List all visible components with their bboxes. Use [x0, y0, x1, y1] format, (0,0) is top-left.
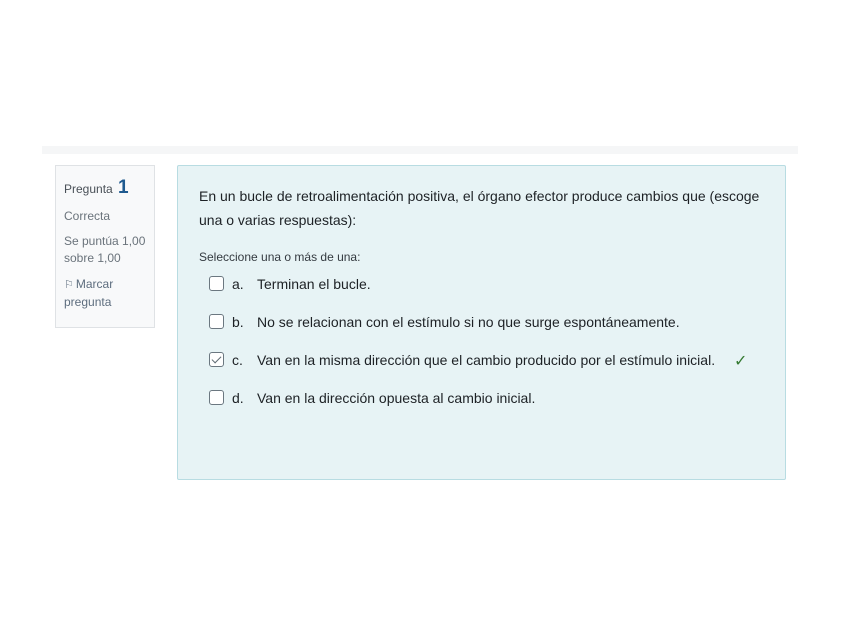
answer-checkbox-b[interactable]: [209, 314, 224, 329]
answer-checkbox-c[interactable]: [209, 352, 224, 367]
answer-text: Van en la dirección opuesta al cambio in…: [257, 390, 536, 406]
answer-letter: d.: [232, 390, 244, 406]
answer-prompt: Seleccione una o más de una:: [199, 250, 361, 264]
answer-option-d[interactable]: d. Van en la dirección opuesta al cambio…: [209, 388, 764, 409]
question-content: En un bucle de retroalimentación positiv…: [177, 165, 786, 480]
question-info-panel: Pregunta 1 Correcta Se puntúa 1,00 sobre…: [55, 165, 155, 328]
answer-text: No se relacionan con el estímulo si no q…: [257, 314, 680, 330]
answer-text: Van en la misma dirección que el cambio …: [257, 352, 716, 368]
answer-checkbox-a[interactable]: [209, 276, 224, 291]
question-title: Pregunta 1: [64, 174, 146, 202]
answer-option-a[interactable]: a. Terminan el bucle.: [209, 274, 764, 295]
answer-letter: a.: [232, 276, 244, 292]
answer-letter: b.: [232, 314, 244, 330]
flag-icon: ⚐: [64, 278, 74, 291]
answer-text: Terminan el bucle.: [257, 276, 371, 292]
question-text: En un bucle de retroalimentación positiv…: [199, 188, 760, 228]
answer-letter: c.: [232, 352, 243, 368]
question-number: 1: [118, 177, 129, 198]
question-label: Pregunta: [64, 182, 113, 196]
answer-option-c[interactable]: c. Van en la misma dirección que el camb…: [209, 350, 764, 371]
flag-question-link[interactable]: ⚐ Marcar pregunta: [64, 276, 146, 311]
answer-checkbox-d[interactable]: [209, 390, 224, 405]
quiz-page: Pregunta 1 Correcta Se puntúa 1,00 sobre…: [0, 0, 848, 636]
question-grade: Se puntúa 1,00 sobre 1,00: [64, 233, 146, 266]
header-band: [42, 146, 798, 154]
correct-check-icon: ✓: [734, 353, 748, 370]
answer-option-b[interactable]: b. No se relacionan con el estímulo si n…: [209, 312, 764, 333]
answer-list: a. Terminan el bucle. b. No se relaciona…: [199, 274, 764, 409]
question-state: Correcta: [64, 208, 111, 223]
